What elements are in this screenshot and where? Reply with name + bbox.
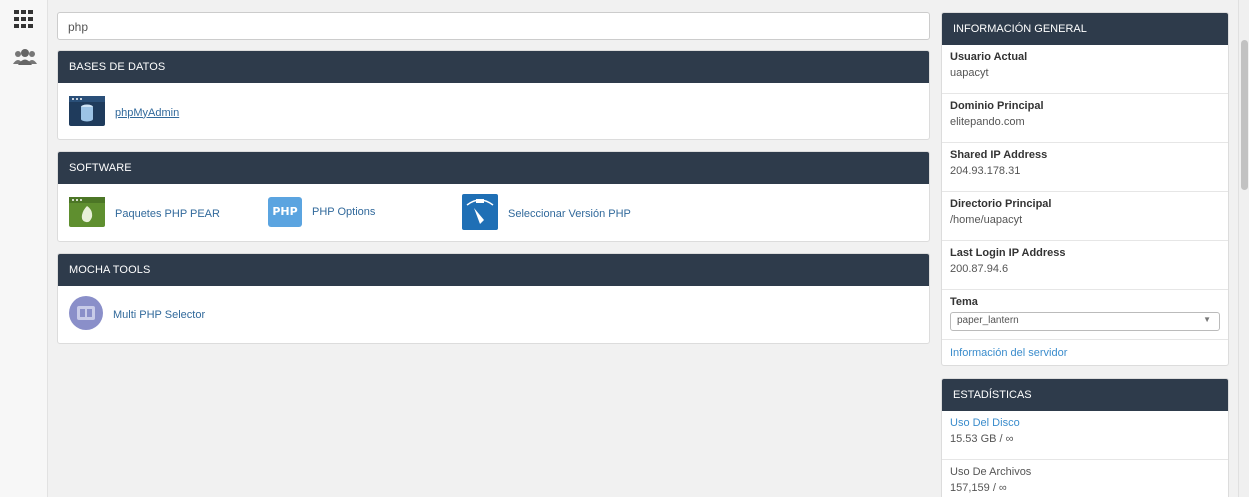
php-version-icon (462, 194, 498, 233)
info-value: 200.87.94.6 (950, 263, 1009, 275)
stat-label: Uso De Archivos (950, 466, 1032, 478)
phpmyadmin-icon (69, 96, 105, 129)
scrollbar-thumb[interactable] (1241, 40, 1248, 190)
info-value: 204.93.178.31 (950, 165, 1021, 177)
pear-link[interactable]: Paquetes PHP PEAR (69, 197, 220, 230)
chevron-down-icon: ▼ (1203, 315, 1211, 324)
stat-value: 15.53 GB / ∞ (950, 433, 1014, 445)
phpmyadmin-label[interactable]: phpMyAdmin (115, 107, 179, 119)
stat-row: Uso Del Disco 15.53 GB / ∞ (942, 411, 1228, 460)
server-info-link[interactable]: Información del servidor (950, 340, 1220, 359)
grid-icon[interactable] (14, 10, 34, 31)
info-label: Usuario Actual (950, 51, 1028, 63)
info-row: Dominio Principal elitepando.com (942, 94, 1228, 143)
multi-php-link[interactable]: Multi PHP Selector (69, 296, 205, 333)
search-input[interactable]: php (57, 12, 930, 40)
pear-label[interactable]: Paquetes PHP PEAR (115, 208, 220, 220)
info-row: Shared IP Address 204.93.178.31 (942, 143, 1228, 192)
theme-selected-value: paper_lantern (957, 315, 1019, 326)
php-options-link[interactable]: PHP PHP Options (268, 197, 375, 227)
info-label: Last Login IP Address (950, 247, 1066, 259)
panel-title: ESTADÍSTICAS (942, 379, 1228, 411)
php-options-label[interactable]: PHP Options (312, 206, 375, 218)
info-row: Directorio Principal /home/uapacyt (942, 192, 1228, 241)
general-info-panel: INFORMACIÓN GENERAL Usuario Actual uapac… (941, 12, 1229, 366)
phpmyadmin-link[interactable]: phpMyAdmin (69, 96, 179, 129)
panel-title: SOFTWARE (58, 152, 929, 184)
databases-panel: BASES DE DATOS phpMyAdmin (57, 50, 930, 140)
panel-title: BASES DE DATOS (58, 51, 929, 83)
info-label: Directorio Principal (950, 198, 1052, 210)
theme-label: Tema (950, 296, 978, 308)
software-panel: SOFTWARE Paquetes PHP PEAR PHP PHP Optio… (57, 151, 930, 242)
panel-title: MOCHA TOOLS (58, 254, 929, 286)
multi-php-label[interactable]: Multi PHP Selector (113, 309, 205, 321)
panel-title: INFORMACIÓN GENERAL (942, 13, 1228, 45)
info-value: /home/uapacyt (950, 214, 1023, 226)
php-version-link[interactable]: Seleccionar Versión PHP (462, 194, 631, 233)
stats-panel: ESTADÍSTICAS Uso Del Disco 15.53 GB / ∞ … (941, 378, 1229, 497)
theme-select[interactable]: paper_lantern ▼ (950, 312, 1220, 331)
info-row: Usuario Actual uapacyt (942, 45, 1228, 94)
theme-row: Tema paper_lantern ▼ (942, 290, 1228, 340)
info-value: elitepando.com (950, 116, 1025, 128)
pear-icon (69, 197, 105, 230)
stat-value: 157,159 / ∞ (950, 482, 1007, 494)
info-row: Last Login IP Address 200.87.94.6 (942, 241, 1228, 290)
php-icon: PHP (268, 197, 302, 227)
users-icon[interactable] (12, 48, 38, 69)
info-label: Dominio Principal (950, 100, 1044, 112)
multi-php-icon (69, 296, 103, 333)
disk-usage-link[interactable]: Uso Del Disco (950, 411, 1220, 429)
info-label: Shared IP Address (950, 149, 1048, 161)
mocha-tools-panel: MOCHA TOOLS Multi PHP Selector (57, 253, 930, 344)
scrollbar[interactable] (1238, 0, 1249, 497)
left-sidebar (0, 0, 48, 497)
stat-row: Uso De Archivos 157,159 / ∞ (942, 460, 1228, 497)
info-value: uapacyt (950, 67, 989, 79)
server-info-row: Información del servidor (942, 340, 1228, 365)
php-version-label[interactable]: Seleccionar Versión PHP (508, 208, 631, 220)
